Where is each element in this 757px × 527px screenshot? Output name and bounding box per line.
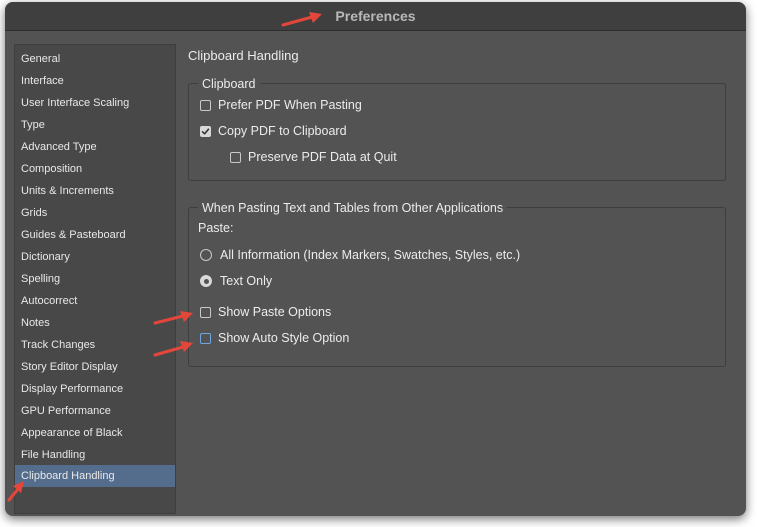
arrow-icon-sidebar <box>7 481 24 502</box>
arrow-icon-paste-options <box>153 311 193 325</box>
arrow-icon-auto-style <box>153 341 193 357</box>
annotation-arrows <box>7 12 322 502</box>
arrow-icon-title <box>281 12 322 27</box>
